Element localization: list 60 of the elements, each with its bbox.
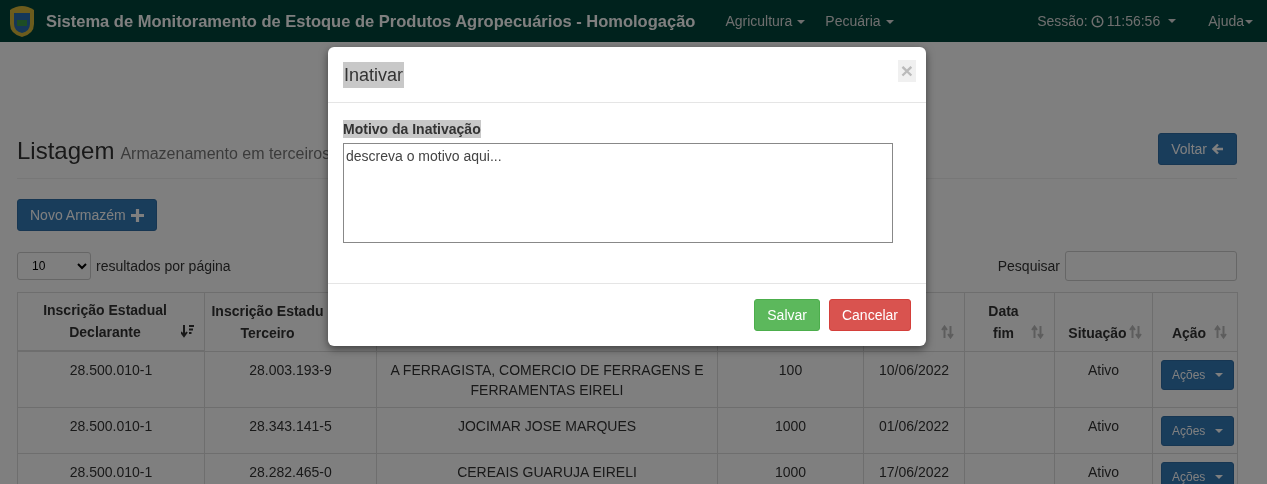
table-cell: JOCIMAR JOSE MARQUES [457,417,637,434]
nav-menu[interactable]: Pecuária [825,13,894,29]
close-button[interactable]: × [898,60,916,82]
table-cell: 28.500.010-1 [69,362,153,378]
caret-icon [1168,19,1177,23]
table-cell: A FERRAGISTA, COMERCIO DE FERRAGENS E FERRAMENTAS EIRELI [390,361,704,398]
column-header: Ação [1171,324,1207,341]
app-title: Sistema de Monitoramento de Estoque de Produtos Agropecuários - Homologação [46,11,696,31]
table-cell: 28.500.010-1 [69,463,153,480]
actions-button[interactable]: Ações [1161,359,1235,390]
save-button[interactable]: Salvar [754,299,820,331]
table-cell: 1000 [774,417,807,434]
session-timer[interactable]: Sessão: 11:56:56 [1037,13,1177,29]
table-cell: Ativo [1087,417,1120,434]
help-menu[interactable]: Ajuda [1208,13,1253,29]
field-label: Motivo da Inativação [343,120,481,138]
reason-field[interactable]: descreva o motivo aqui... [343,143,893,243]
column-header: Inscrição Estadual Declarante [43,302,167,340]
page-subtitle: Armazenamento em terceiros [120,145,331,162]
table-cell: 10/06/2022 [878,361,950,378]
modal-title: Inativar [343,62,405,88]
clock-icon [1090,14,1104,28]
sort-icon[interactable] [1129,324,1142,339]
search-label: Pesquisar [997,258,1060,274]
table-cell: 28.500.010-1 [69,417,153,434]
column-header: Data fim [988,302,1019,341]
table-cell: 28.003.193-9 [249,361,332,378]
table-cell: Ativo [1087,463,1120,480]
caret-icon [1245,20,1253,25]
sort-icon[interactable] [1214,324,1227,339]
table-cell: 17/06/2022 [878,463,950,480]
sort-icon[interactable] [1031,324,1044,339]
caret-icon [885,20,894,25]
nav-menu[interactable]: Agricultura [725,13,806,29]
plus-icon [130,208,144,222]
caret-icon [797,20,806,25]
back-button[interactable]: Voltar [1158,133,1237,165]
table-cell: 100 [778,361,803,378]
table-cell: 28.343.141-5 [249,417,332,434]
table-cell: Ativo [1087,361,1120,378]
page-size-label: resultados por página [96,258,231,274]
caret-icon [1215,474,1224,479]
new-storage-button[interactable]: Novo Armazém [17,199,157,231]
table-cell: CEREAIS GUARUJA EIRELI [457,463,637,480]
arrow-left-icon [1212,143,1224,155]
column-header: Situação [1068,324,1127,341]
actions-button[interactable]: Ações [1161,461,1235,484]
caret-icon [1215,428,1224,433]
page-title: Listagem [17,137,115,164]
table-cell: 28.282.465-0 [249,463,332,480]
actions-button[interactable]: Ações [1161,415,1235,446]
page-size-select[interactable]: 10 [17,252,91,280]
sort-icon[interactable] [941,324,954,339]
cancel-button[interactable]: Cancelar [828,299,911,331]
table-cell: 01/06/2022 [878,417,950,434]
sort-descending-icon[interactable] [181,324,194,338]
caret-icon [1215,372,1224,377]
search-field[interactable] [1065,251,1237,281]
table-cell: 1000 [774,463,807,480]
column-header: Inscrição Estadu Terceiro [211,302,324,341]
